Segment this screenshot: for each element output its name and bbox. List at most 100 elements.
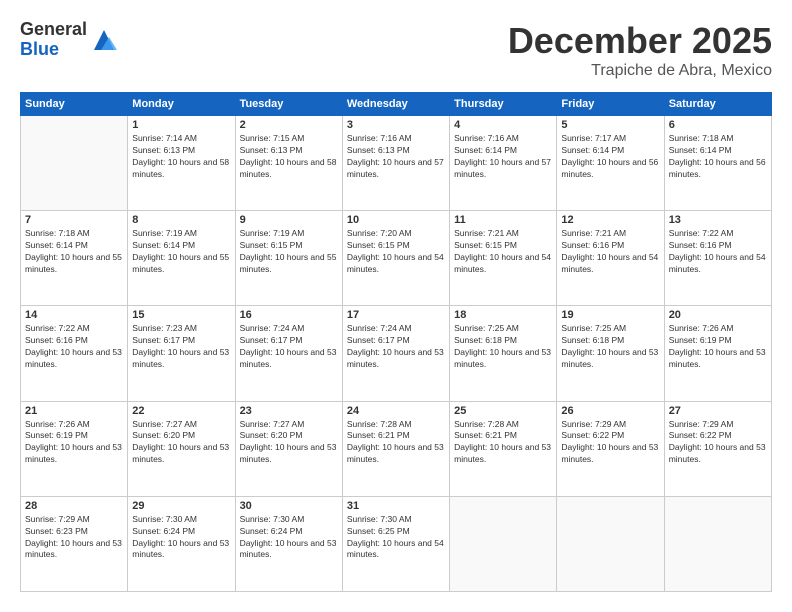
day-info: Sunrise: 7:29 AM Sunset: 6:22 PM Dayligh… — [561, 419, 659, 467]
day-number: 12 — [561, 214, 659, 226]
day-info: Sunrise: 7:16 AM Sunset: 6:13 PM Dayligh… — [347, 133, 445, 181]
day-number: 2 — [240, 119, 338, 131]
logo-blue-text: Blue — [20, 40, 87, 60]
calendar-cell: 10 Sunrise: 7:20 AM Sunset: 6:15 PM Dayli… — [342, 211, 449, 306]
calendar-cell: 20 Sunrise: 7:26 AM Sunset: 6:19 PM Dayli… — [664, 306, 771, 401]
day-number: 19 — [561, 309, 659, 321]
calendar-cell: 14Sunrise: 7:22 AM Sunset: 6:16 PM Dayli… — [21, 306, 128, 401]
calendar-cell — [450, 496, 557, 591]
day-number: 26 — [561, 405, 659, 417]
day-number: 6 — [669, 119, 767, 131]
header-sunday: Sunday — [21, 93, 128, 116]
day-number: 27 — [669, 405, 767, 417]
day-number: 29 — [132, 500, 230, 512]
day-number: 30 — [240, 500, 338, 512]
day-number: 23 — [240, 405, 338, 417]
header-friday: Friday — [557, 93, 664, 116]
calendar-week-row-1: 7 Sunrise: 7:18 AM Sunset: 6:14 PM Daylig… — [21, 211, 772, 306]
header-monday: Monday — [128, 93, 235, 116]
calendar-cell: 31Sunrise: 7:30 AM Sunset: 6:25 PM Dayli… — [342, 496, 449, 591]
day-info: Sunrise: 7:28 AM Sunset: 6:21 PM Dayligh… — [454, 419, 552, 467]
day-info: Sunrise: 7:19 AM Sunset: 6:15 PM Dayligh… — [240, 228, 338, 276]
day-number: 16 — [240, 309, 338, 321]
calendar-cell: 26 Sunrise: 7:29 AM Sunset: 6:22 PM Dayli… — [557, 401, 664, 496]
day-info: Sunrise: 7:30 AM Sunset: 6:24 PM Dayligh… — [132, 514, 230, 562]
calendar-cell: 16 Sunrise: 7:24 AM Sunset: 6:17 PM Dayli… — [235, 306, 342, 401]
calendar-table: Sunday Monday Tuesday Wednesday Thursday… — [20, 92, 772, 592]
day-info: Sunrise: 7:25 AM Sunset: 6:18 PM Dayligh… — [454, 323, 552, 371]
day-info: Sunrise: 7:25 AM Sunset: 6:18 PM Dayligh… — [561, 323, 659, 371]
calendar-cell: 9 Sunrise: 7:19 AM Sunset: 6:15 PM Daylig… — [235, 211, 342, 306]
day-info: Sunrise: 7:18 AM Sunset: 6:14 PM Dayligh… — [25, 228, 123, 276]
day-info: Sunrise: 7:24 AM Sunset: 6:17 PM Dayligh… — [347, 323, 445, 371]
day-info: Sunrise: 7:27 AM Sunset: 6:20 PM Dayligh… — [132, 419, 230, 467]
calendar-cell: 8Sunrise: 7:19 AM Sunset: 6:14 PM Daylig… — [128, 211, 235, 306]
calendar-cell: 11 Sunrise: 7:21 AM Sunset: 6:15 PM Dayli… — [450, 211, 557, 306]
header-wednesday: Wednesday — [342, 93, 449, 116]
day-info: Sunrise: 7:21 AM Sunset: 6:16 PM Dayligh… — [561, 228, 659, 276]
calendar-cell: 29 Sunrise: 7:30 AM Sunset: 6:24 PM Dayli… — [128, 496, 235, 591]
day-info: Sunrise: 7:14 AM Sunset: 6:13 PM Dayligh… — [132, 133, 230, 181]
day-info: Sunrise: 7:30 AM Sunset: 6:24 PM Dayligh… — [240, 514, 338, 562]
calendar-cell — [664, 496, 771, 591]
logo-general-text: General — [20, 20, 87, 40]
day-number: 11 — [454, 214, 552, 226]
header-tuesday: Tuesday — [235, 93, 342, 116]
calendar-cell: 21 Sunrise: 7:26 AM Sunset: 6:19 PM Dayli… — [21, 401, 128, 496]
day-info: Sunrise: 7:15 AM Sunset: 6:13 PM Dayligh… — [240, 133, 338, 181]
day-number: 17 — [347, 309, 445, 321]
calendar-cell: 13Sunrise: 7:22 AM Sunset: 6:16 PM Dayli… — [664, 211, 771, 306]
calendar-cell — [21, 116, 128, 211]
day-info: Sunrise: 7:26 AM Sunset: 6:19 PM Dayligh… — [669, 323, 767, 371]
calendar-cell: 1Sunrise: 7:14 AM Sunset: 6:13 PM Daylig… — [128, 116, 235, 211]
weekday-header-row: Sunday Monday Tuesday Wednesday Thursday… — [21, 93, 772, 116]
day-info: Sunrise: 7:23 AM Sunset: 6:17 PM Dayligh… — [132, 323, 230, 371]
day-info: Sunrise: 7:27 AM Sunset: 6:20 PM Dayligh… — [240, 419, 338, 467]
calendar-cell: 12 Sunrise: 7:21 AM Sunset: 6:16 PM Dayli… — [557, 211, 664, 306]
calendar-cell: 24Sunrise: 7:28 AM Sunset: 6:21 PM Dayli… — [342, 401, 449, 496]
calendar-week-row-3: 21 Sunrise: 7:26 AM Sunset: 6:19 PM Dayli… — [21, 401, 772, 496]
day-number: 4 — [454, 119, 552, 131]
calendar-cell: 17 Sunrise: 7:24 AM Sunset: 6:17 PM Dayli… — [342, 306, 449, 401]
day-info: Sunrise: 7:26 AM Sunset: 6:19 PM Dayligh… — [25, 419, 123, 467]
day-info: Sunrise: 7:21 AM Sunset: 6:15 PM Dayligh… — [454, 228, 552, 276]
logo: General Blue — [20, 20, 119, 60]
calendar-cell: 28Sunrise: 7:29 AM Sunset: 6:23 PM Dayli… — [21, 496, 128, 591]
calendar-week-row-4: 28Sunrise: 7:29 AM Sunset: 6:23 PM Dayli… — [21, 496, 772, 591]
day-number: 28 — [25, 500, 123, 512]
calendar-cell: 25 Sunrise: 7:28 AM Sunset: 6:21 PM Dayli… — [450, 401, 557, 496]
day-number: 3 — [347, 119, 445, 131]
calendar-cell: 18 Sunrise: 7:25 AM Sunset: 6:18 PM Dayli… — [450, 306, 557, 401]
calendar-cell: 6 Sunrise: 7:18 AM Sunset: 6:14 PM Daylig… — [664, 116, 771, 211]
day-number: 20 — [669, 309, 767, 321]
day-info: Sunrise: 7:29 AM Sunset: 6:22 PM Dayligh… — [669, 419, 767, 467]
page: General Blue December 2025 Trapiche de A… — [0, 0, 792, 612]
logo-icon — [89, 25, 119, 55]
header: General Blue December 2025 Trapiche de A… — [20, 20, 772, 80]
day-info: Sunrise: 7:24 AM Sunset: 6:17 PM Dayligh… — [240, 323, 338, 371]
day-number: 8 — [132, 214, 230, 226]
calendar-cell: 22Sunrise: 7:27 AM Sunset: 6:20 PM Dayli… — [128, 401, 235, 496]
header-thursday: Thursday — [450, 93, 557, 116]
day-info: Sunrise: 7:20 AM Sunset: 6:15 PM Dayligh… — [347, 228, 445, 276]
day-number: 18 — [454, 309, 552, 321]
location-subtitle: Trapiche de Abra, Mexico — [508, 62, 772, 80]
calendar-week-row-0: 1Sunrise: 7:14 AM Sunset: 6:13 PM Daylig… — [21, 116, 772, 211]
calendar-cell: 4Sunrise: 7:16 AM Sunset: 6:14 PM Daylig… — [450, 116, 557, 211]
calendar-cell: 23 Sunrise: 7:27 AM Sunset: 6:20 PM Dayli… — [235, 401, 342, 496]
day-number: 24 — [347, 405, 445, 417]
day-number: 5 — [561, 119, 659, 131]
calendar-cell — [557, 496, 664, 591]
day-number: 7 — [25, 214, 123, 226]
day-info: Sunrise: 7:18 AM Sunset: 6:14 PM Dayligh… — [669, 133, 767, 181]
day-number: 10 — [347, 214, 445, 226]
month-title: December 2025 — [508, 20, 772, 62]
day-number: 9 — [240, 214, 338, 226]
day-number: 21 — [25, 405, 123, 417]
day-number: 31 — [347, 500, 445, 512]
calendar-cell: 3 Sunrise: 7:16 AM Sunset: 6:13 PM Daylig… — [342, 116, 449, 211]
day-number: 25 — [454, 405, 552, 417]
day-number: 14 — [25, 309, 123, 321]
day-info: Sunrise: 7:17 AM Sunset: 6:14 PM Dayligh… — [561, 133, 659, 181]
title-block: December 2025 Trapiche de Abra, Mexico — [508, 20, 772, 80]
